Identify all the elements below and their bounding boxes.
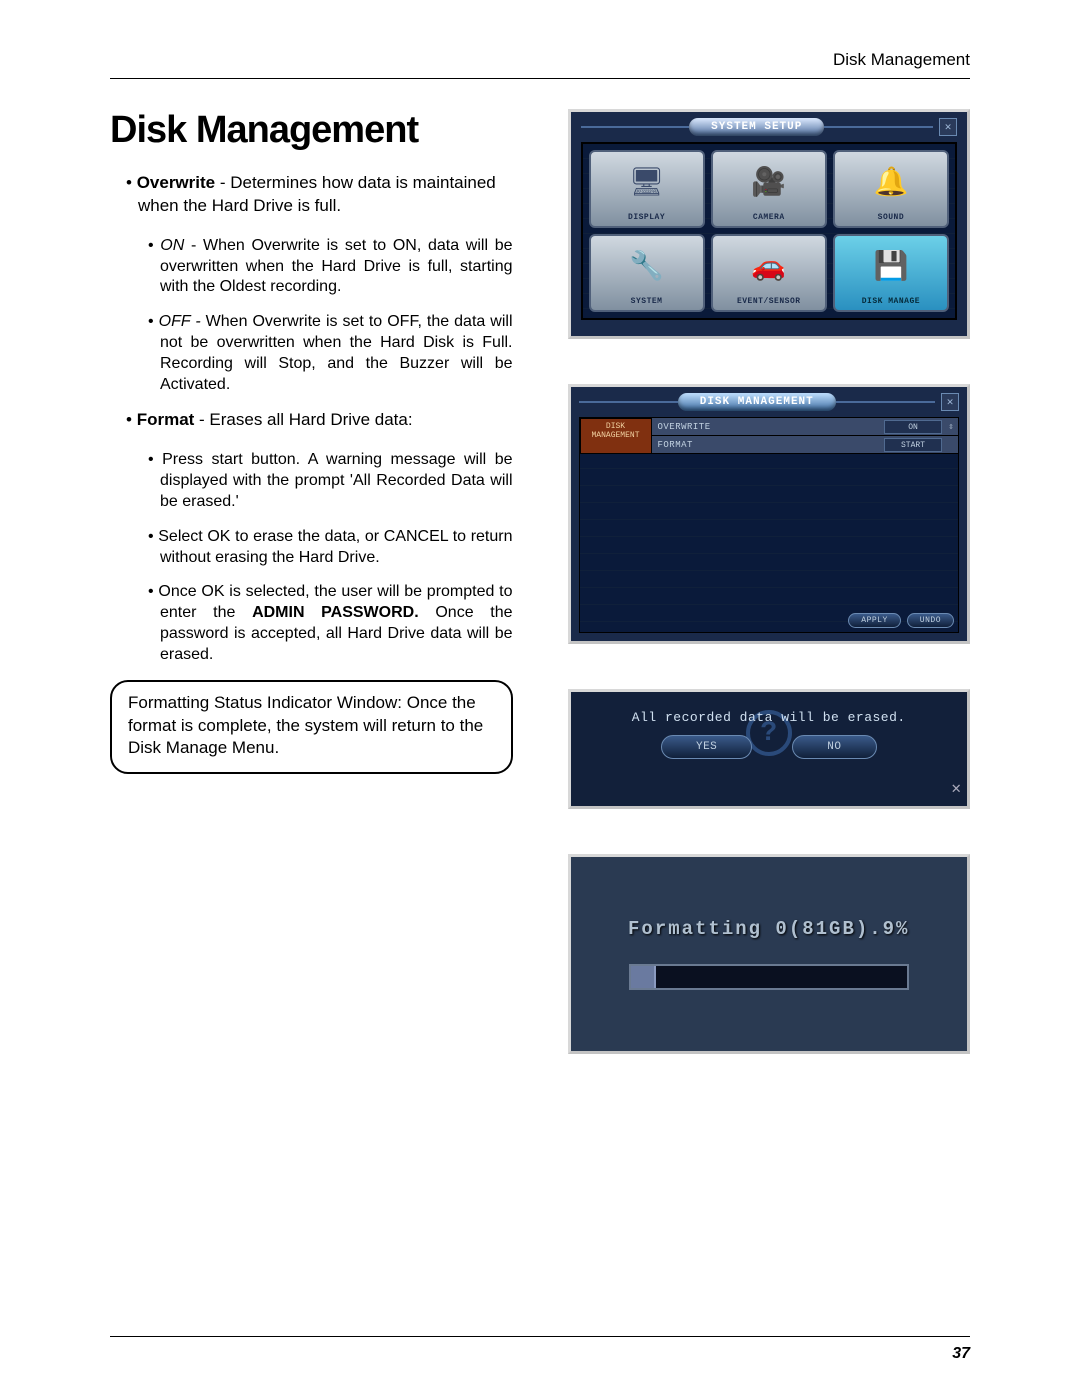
no-button[interactable]: NO xyxy=(792,735,876,759)
apply-button[interactable]: APPLY xyxy=(848,613,901,628)
row-overwrite[interactable]: OVERWRITE ON ⇳ xyxy=(652,418,959,436)
format-step-1: • Press start button. A warning message … xyxy=(160,450,513,512)
format-heading: • Format - Erases all Hard Drive data: xyxy=(138,409,513,432)
overwrite-heading: • Overwrite - Determines how data is mai… xyxy=(138,172,513,218)
overwrite-on-item: • ON - When Overwrite is set to ON, data… xyxy=(160,236,513,298)
screenshot-system-setup: SYSTEM SETUP ✕ 🖥 DISPLAY 🎥 CAMERA 🔔 SOUN… xyxy=(568,109,971,339)
format-label: Format xyxy=(137,410,195,429)
confirm-message: All recorded data will be erased. xyxy=(632,710,906,725)
camera-icon: 🎥 xyxy=(751,152,786,213)
page-number: 37 xyxy=(952,1345,970,1363)
format-step-2: • Select OK to erase the data, or CANCEL… xyxy=(160,527,513,569)
close-icon[interactable]: ✕ xyxy=(951,778,961,798)
progress-bar xyxy=(629,964,909,990)
row-label: OVERWRITE xyxy=(652,422,885,432)
format-desc: - Erases all Hard Drive data: xyxy=(194,410,412,429)
overwrite-on-label: ON xyxy=(160,237,184,254)
tile-event-sensor[interactable]: 🚗 EVENT/SENSOR xyxy=(711,234,827,312)
tile-label: CAMERA xyxy=(753,213,785,222)
tile-label: SYSTEM xyxy=(631,297,663,306)
car-icon: 🚗 xyxy=(751,236,786,297)
tile-camera[interactable]: 🎥 CAMERA xyxy=(711,150,827,228)
overwrite-off-text: When Overwrite is set to OFF, the data w… xyxy=(160,313,513,392)
overwrite-label: Overwrite xyxy=(137,173,215,192)
undo-button[interactable]: UNDO xyxy=(907,613,954,628)
disk-management-title: DISK MANAGEMENT xyxy=(678,393,836,411)
yes-button[interactable]: YES xyxy=(661,735,752,759)
tile-label: EVENT/SENSOR xyxy=(737,297,801,306)
system-setup-title: SYSTEM SETUP xyxy=(689,118,824,136)
tile-display[interactable]: 🖥 DISPLAY xyxy=(589,150,705,228)
formatting-text: Formatting 0(81GB).9% xyxy=(628,918,909,940)
screenshot-formatting-progress: Formatting 0(81GB).9% xyxy=(568,854,971,1054)
header-section-label: Disk Management xyxy=(110,50,970,70)
updown-icon[interactable]: ⇳ xyxy=(944,422,958,432)
page-title: Disk Management xyxy=(110,109,513,152)
header-divider xyxy=(110,78,970,79)
tile-label: DISK MANAGE xyxy=(862,297,920,306)
progress-fill xyxy=(631,966,656,988)
close-icon[interactable]: ✕ xyxy=(941,393,959,411)
close-icon[interactable]: ✕ xyxy=(939,118,957,136)
overwrite-on-text: - When Overwrite is set to ON, data will… xyxy=(160,237,513,296)
tile-disk-manage[interactable]: 💾 DISK MANAGE xyxy=(833,234,949,312)
wrench-icon: 🔧 xyxy=(629,236,664,297)
tile-system[interactable]: 🔧 SYSTEM xyxy=(589,234,705,312)
row-format[interactable]: FORMAT START xyxy=(652,436,959,454)
overwrite-value[interactable]: ON xyxy=(884,420,942,434)
disk-icon: 💾 xyxy=(873,236,908,297)
tile-sound[interactable]: 🔔 SOUND xyxy=(833,150,949,228)
note-box: Formatting Status Indicator Window: Once… xyxy=(110,680,513,775)
screenshot-disk-management: DISK MANAGEMENT ✕ DISK MANAGEMENT OVERWR… xyxy=(568,384,971,644)
setup-grid: 🖥 DISPLAY 🎥 CAMERA 🔔 SOUND 🔧 SYSTEM 🚗 xyxy=(581,142,958,320)
bell-icon: 🔔 xyxy=(873,152,908,213)
row-label: FORMAT xyxy=(652,440,885,450)
sidebar-tab-disk-management[interactable]: DISK MANAGEMENT xyxy=(580,418,652,454)
overwrite-off-label: OFF - xyxy=(159,313,201,330)
screenshot-confirm-dialog: ? All recorded data will be erased. YES … xyxy=(568,689,971,809)
monitor-icon: 🖥 xyxy=(629,152,665,213)
tile-label: SOUND xyxy=(878,213,905,222)
format-step-3: • Once OK is selected, the user will be … xyxy=(160,582,513,665)
overwrite-off-item: • OFF - When Overwrite is set to OFF, th… xyxy=(160,312,513,395)
tile-label: DISPLAY xyxy=(628,213,665,222)
footer-divider xyxy=(110,1336,970,1337)
format-start-button[interactable]: START xyxy=(884,438,942,452)
